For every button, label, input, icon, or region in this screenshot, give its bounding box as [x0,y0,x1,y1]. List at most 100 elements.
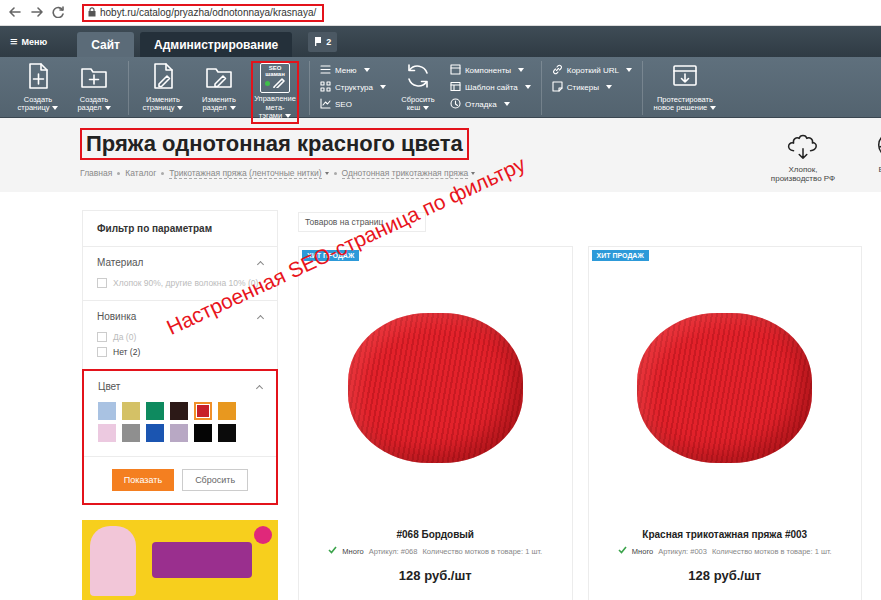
menu-button[interactable]: ≡Меню [10,26,47,57]
article: Артикул: #068 [369,547,418,556]
toolbar-button[interactable]: Протестировать новое решение [653,61,717,113]
tab-label: Сайт [91,38,120,52]
dropdown-arrow-icon [525,85,531,89]
structure-icon [320,81,331,94]
reset-button[interactable]: Сбросить [182,469,248,491]
quantity: Количество мотков в товаре: 1 шт. [422,547,542,556]
toolbar-link[interactable]: Короткий URL [552,63,632,77]
color-swatch[interactable] [122,402,140,420]
seo-icon-text: SEO [269,65,282,71]
filter-section-title: Новинка [97,311,136,322]
filter-section-header[interactable]: Цвет [98,381,262,392]
color-swatch[interactable] [98,424,116,442]
button-label-row: Протестировать новое решение [653,96,717,113]
notifications-badge[interactable]: 2 [308,32,337,52]
stickers-icon [552,81,563,94]
color-swatch[interactable] [218,402,236,420]
pencil-icon [272,76,286,90]
create-page-icon [23,61,53,94]
toolbar-link[interactable]: Отладка [450,97,531,111]
color-swatch[interactable] [218,424,236,442]
admin-tab[interactable]: Администрирование [140,32,292,57]
color-swatch[interactable] [146,402,164,420]
seo-shaman-icon: SEOшаман [260,63,290,93]
toolbar-group: Меню Структура SEO Сбросить кеш Компоненты Ша… [320,61,542,115]
color-swatch[interactable] [194,424,212,442]
color-swatch[interactable] [146,424,164,442]
status-dot-icon [265,81,270,86]
toolbar-link[interactable]: Компоненты [450,63,531,77]
forward-icon[interactable] [30,4,44,22]
dropdown-arrow-icon [423,106,429,110]
address-bar[interactable]: hobyt.ru/catalog/pryazha/odnotonnaya/kra… [82,4,324,22]
filter-section-title: Материал [97,257,143,268]
toolbar-button[interactable]: Создать раздел [70,61,118,113]
toolbar-stack: Меню Структура SEO [320,61,386,111]
yarn-photo [348,313,523,463]
dropdown-arrow-icon [105,106,111,110]
color-swatch[interactable] [122,424,140,442]
dropdown-arrow-icon [325,172,329,175]
breadcrumb[interactable]: Главная [80,168,112,178]
toolbar-link[interactable]: Структура [320,80,386,94]
toolbar-button[interactable]: Создать страницу [14,61,62,113]
feature: Вес 22 [861,128,881,192]
breadcrumb[interactable]: Трикотажная пряжа (ленточные нитки) [169,168,328,178]
button-label-row: Создать страницу [14,96,62,113]
check-icon [618,546,627,556]
back-icon[interactable] [8,4,22,22]
refresh-icon [403,61,433,94]
toolbar-button[interactable]: Изменить страницу [139,61,187,113]
dropdown-arrow-icon [285,114,291,118]
toolbar-button[interactable]: Изменить раздел [195,61,243,113]
page-header: Пряжа однотонная красного цветаГлавнаяКа… [0,118,881,192]
seo-shaman-button[interactable]: SEOшаманУправление мета-тэгами [251,61,299,124]
filter-section-header[interactable]: Материал [97,257,263,268]
color-swatch[interactable] [98,402,116,420]
menu-label: Меню [22,37,48,47]
dropdown-arrow-icon [230,106,236,110]
price: 128 руб./шт [688,568,761,583]
toolbar-link[interactable]: Меню [320,63,386,77]
breadcrumb[interactable]: Однотонная трикотажная пряжа [342,168,476,178]
toolbar-group: Создать страницу Создать раздел [14,61,129,115]
button-label-row: Сбросить кеш [394,96,442,113]
lock-icon [88,7,96,19]
promo-banner[interactable] [82,520,278,600]
toolbar-link[interactable]: SEO [320,97,386,111]
toolbar-link[interactable]: Шаблон сайта [450,80,531,94]
checkbox[interactable] [97,347,107,357]
product-info: МногоАртикул: #003Количество мотков в то… [618,546,832,556]
content: Фильтр по параметрамМатериалХлопок 90%, … [0,192,881,600]
color-swatch[interactable] [170,402,188,420]
product-title[interactable]: #068 Бордовый [397,529,474,540]
product-card[interactable]: ХИТ ПРОДАЖ#068 БордовыйМногоАртикул: #06… [298,246,573,600]
filter-option[interactable]: Нет (2) [97,347,263,357]
product-title[interactable]: Красная трикотажная пряжа #003 [642,529,807,540]
toolbar-button[interactable]: Сбросить кеш [394,61,442,113]
toolbar-button-label: Создать страницу [18,95,53,113]
color-swatch[interactable] [170,424,188,442]
filter-section-body: Показать Сбросить [98,402,262,491]
toolbar-link[interactable]: Стикеры [552,80,632,94]
components-icon [450,64,461,77]
sidebar: Фильтр по параметрамМатериалХлопок 90%, … [82,192,278,600]
dropdown-arrow-icon [518,68,524,72]
page: hobyt.ru/catalog/pryazha/odnotonnaya/kra… [0,0,881,600]
notifications-count: 2 [326,37,331,47]
breadcrumb-separator [334,172,337,175]
dropdown-arrow-icon [710,106,716,110]
short-url-icon [552,64,563,77]
toolbar-button-label: Протестировать новое решение [654,95,713,113]
breadcrumb[interactable]: Каталог [125,168,156,178]
admin-tab[interactable]: Сайт [77,32,134,57]
reload-icon[interactable] [52,4,66,22]
toolbar-link-label: Стикеры [567,83,599,92]
show-button[interactable]: Показать [112,469,174,491]
product-card[interactable]: ХИТ ПРОДАЖКрасная трикотажная пряжа #003… [588,246,863,600]
button-label-row: Управление мета-тэгами [254,95,296,121]
toolbar-link-label: SEO [335,100,352,109]
yarn-ball-icon [874,128,881,165]
color-swatch[interactable] [194,402,212,420]
filter-section: Цвет Показать Сбросить [82,369,278,505]
